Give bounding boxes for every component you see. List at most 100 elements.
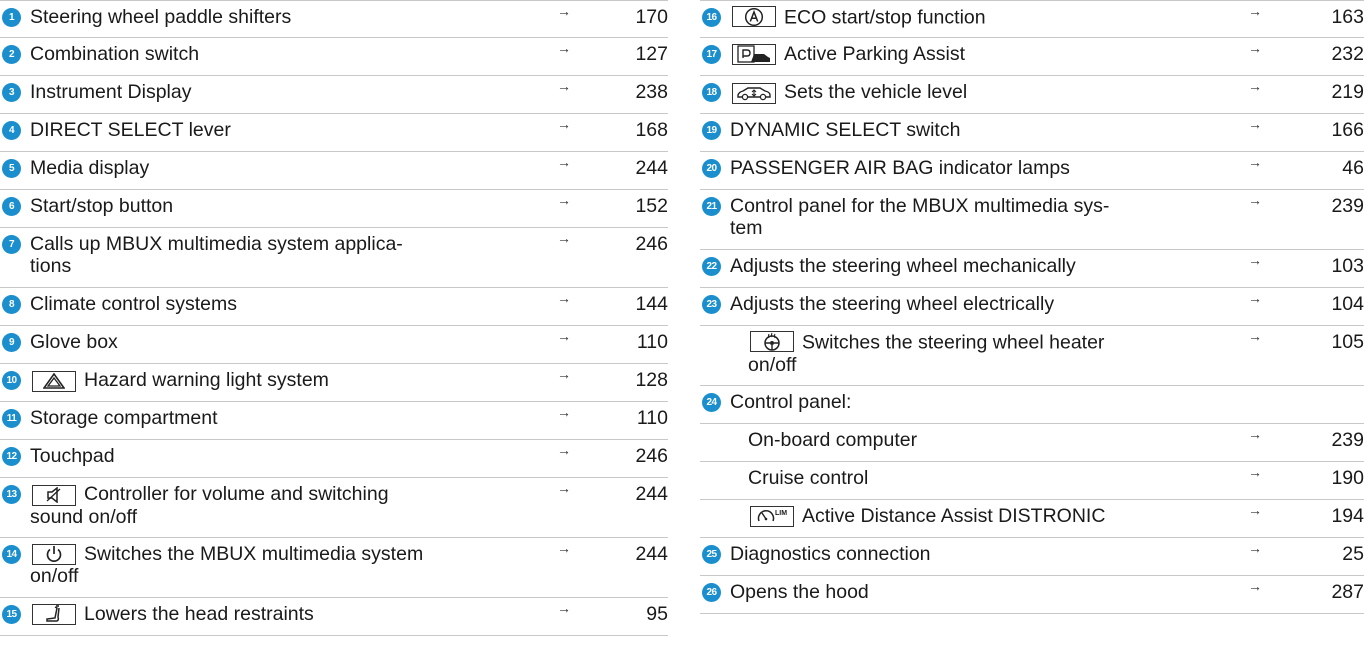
callout-number-badge: 20 <box>702 159 721 178</box>
callout-number-badge: 21 <box>702 197 721 216</box>
legend-text-line: Calls up MBUX multimedia system applica- <box>30 233 403 255</box>
page-number-link[interactable]: 25 <box>1342 543 1364 565</box>
legend-row: 12 Touchpad → 246 <box>0 440 668 478</box>
page-number-link[interactable]: 287 <box>1331 581 1364 603</box>
page-number-link[interactable]: 239 <box>1331 429 1364 451</box>
legend-description: Media display <box>30 157 149 179</box>
legend-row: 14 Switches the MBUX multimedia system on/… <box>0 538 668 598</box>
page-number-link[interactable]: 239 <box>1331 195 1364 217</box>
page-number-link[interactable]: 194 <box>1331 505 1364 527</box>
legend-description: Lowers the head restraints <box>30 603 314 625</box>
legend-text-line: Lowers the head restraints <box>84 603 314 625</box>
page-number-link[interactable]: 105 <box>1331 331 1364 353</box>
page-number-link[interactable]: 246 <box>635 445 668 467</box>
page-reference-arrow: → <box>557 78 571 94</box>
legend-text-line: Storage compartment <box>30 407 218 429</box>
page-number-link[interactable]: 46 <box>1342 157 1364 179</box>
legend-text-line: Active Distance Assist DISTRONIC <box>802 505 1106 527</box>
page-reference-arrow: → <box>1248 40 1262 56</box>
page-reference-arrow: → <box>1248 578 1262 594</box>
page-number-link[interactable]: 219 <box>1331 81 1364 103</box>
legend-row: 23 Adjusts the steering wheel electricall… <box>700 288 1364 326</box>
legend-description: Hazard warning light system <box>30 369 329 392</box>
legend-description: Start/stop button <box>30 195 173 217</box>
page-number-link[interactable]: 166 <box>1331 119 1364 141</box>
legend-row: 24 Control panel: <box>700 386 1364 424</box>
callout-number-badge: 10 <box>2 371 21 390</box>
page-number-link[interactable]: 168 <box>635 119 668 141</box>
page-number-link[interactable]: 95 <box>646 603 668 625</box>
page-number-link[interactable]: 110 <box>637 331 668 353</box>
page-number-link[interactable]: 232 <box>1331 43 1364 65</box>
legend-text-line: Climate control systems <box>30 293 237 315</box>
legend-description: Switches the MBUX multimedia system on/of… <box>30 543 423 587</box>
page-number-link[interactable]: 103 <box>1331 255 1364 277</box>
legend-description: Control panel for the MBUX multimedia sy… <box>730 195 1109 239</box>
legend-text-line: Switches the MBUX multimedia system <box>84 543 424 565</box>
page-reference-arrow: → <box>557 116 571 132</box>
page-number-link[interactable]: 127 <box>635 43 668 65</box>
legend-description: Diagnostics connection <box>730 543 931 565</box>
callout-number-badge: 12 <box>2 447 21 466</box>
callout-number-badge: 8 <box>2 295 21 314</box>
page-reference-arrow: → <box>557 600 571 616</box>
steering-wheel-heater-icon <box>750 331 794 352</box>
callout-number-badge: 11 <box>2 409 21 428</box>
legend-row: 15 Lowers the head restraints → 95 <box>0 598 668 636</box>
page-reference-arrow: → <box>557 328 571 344</box>
legend-row: 21 Control panel for the MBUX multimedia … <box>700 190 1364 250</box>
legend-text-line-continued: tions <box>30 255 72 277</box>
page-number-link[interactable]: 244 <box>635 543 668 565</box>
legend-text-line-continued: tem <box>730 217 763 239</box>
legend-description: On-board computer <box>748 429 917 451</box>
page-reference-arrow: → <box>1248 3 1262 19</box>
page-number-link[interactable]: 190 <box>1331 467 1364 489</box>
eco-start-stop-icon <box>732 6 776 27</box>
legend-row: 25 Diagnostics connection → 25 <box>700 538 1364 576</box>
legend-text-line-continued: sound on/off <box>30 505 137 528</box>
page-reference-arrow: → <box>557 290 571 306</box>
page-reference-arrow: → <box>1248 540 1262 556</box>
page-reference-arrow: → <box>557 404 571 420</box>
legend-text-line: Opens the hood <box>730 581 869 603</box>
power-icon <box>32 543 76 565</box>
page-number-link[interactable]: 144 <box>635 293 668 315</box>
callout-number-badge: 5 <box>2 159 21 178</box>
legend-text-line: Sets the vehicle level <box>784 81 968 103</box>
legend-row: 13 Controller for volume and switching sou… <box>0 478 668 538</box>
page-number-link[interactable]: 244 <box>635 157 668 179</box>
page-reference-arrow: → <box>1248 78 1262 94</box>
legend-row: 7 Calls up MBUX multimedia system applica… <box>0 228 668 288</box>
page-number-link[interactable]: 170 <box>635 6 668 28</box>
legend-row: 16 ECO start/stop function → 163 <box>700 0 1364 38</box>
page-number-link[interactable]: 163 <box>1331 6 1364 28</box>
legend-row: 20 PASSENGER AIR BAG indicator lamps → 46 <box>700 152 1364 190</box>
legend-text-line: On-board computer <box>748 429 918 451</box>
callout-number-badge: 6 <box>2 197 21 216</box>
legend-row: 10 Hazard warning light system → 128 <box>0 364 668 402</box>
page-number-link[interactable]: 246 <box>635 233 668 255</box>
page-reference-arrow: → <box>1248 252 1262 268</box>
legend-description: Adjusts the steering wheel electrically <box>730 293 1054 315</box>
page-reference-arrow: → <box>1248 192 1262 208</box>
legend-description: Adjusts the steering wheel mechanically <box>730 255 1076 277</box>
page-reference-arrow: → <box>557 540 571 556</box>
page-number-link[interactable]: 110 <box>637 407 668 429</box>
page-reference-arrow: → <box>557 230 571 246</box>
legend-text-line-continued: on/off <box>30 565 79 587</box>
legend-row: Cruise control → 190 <box>700 462 1364 500</box>
page-number-link[interactable]: 238 <box>635 81 668 103</box>
legend-description: Control panel: <box>730 391 851 413</box>
page-number-link[interactable]: 244 <box>635 483 668 505</box>
page-number-link[interactable]: 128 <box>635 369 668 391</box>
callout-number-badge: 19 <box>702 121 721 140</box>
page-number-link[interactable]: 104 <box>1331 293 1364 315</box>
page-number-link[interactable]: 152 <box>635 195 668 217</box>
callout-number-badge: 13 <box>2 485 21 504</box>
legend-row: 2 Combination switch → 127 <box>0 38 668 76</box>
legend-text-line: Active Parking Assist <box>784 43 965 65</box>
legend-description: LIM Active Distance Assist DISTRONIC <box>748 505 1105 527</box>
legend-description: Opens the hood <box>730 581 869 603</box>
legend-description: Controller for volume and switching sound… <box>30 483 389 528</box>
legend-description: Climate control systems <box>30 293 237 315</box>
